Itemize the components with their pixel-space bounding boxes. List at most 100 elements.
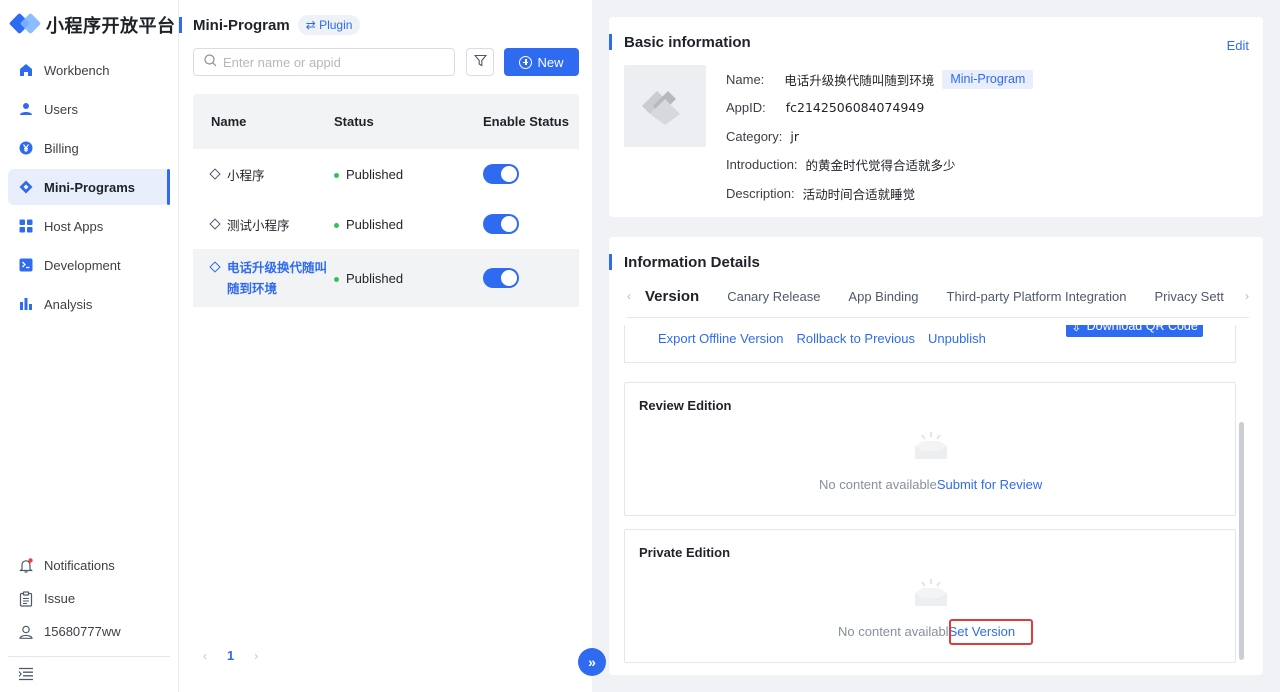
row-name: 测试小程序	[227, 217, 290, 233]
mini-program-table: Name Status Enable Status 小程序 Published …	[193, 94, 579, 307]
details-scrollbar[interactable]	[1239, 422, 1244, 660]
review-edition-card: Review Edition No content availableSubmi…	[624, 382, 1236, 516]
header-name: Name	[211, 114, 247, 129]
sidebar-item-development[interactable]: Development	[8, 247, 170, 283]
rollback-link[interactable]: Rollback to Previous	[797, 331, 916, 346]
table-row[interactable]: 测试小程序 Published	[193, 199, 579, 249]
row-status: Published	[346, 216, 404, 232]
row-status-cell: Published	[334, 167, 483, 182]
sidebar-item-label: 15680777ww	[44, 624, 121, 639]
unpublish-link[interactable]: Unpublish	[928, 331, 986, 346]
category-value: jr	[790, 128, 799, 144]
terminal-icon	[19, 258, 33, 272]
basic-info-fields: Name: 电话升级换代随叫随到环境 Mini-Program AppID: f…	[726, 65, 1034, 208]
title-accent-bar	[179, 17, 182, 33]
yen-icon	[19, 141, 33, 155]
table-header: Name Status Enable Status	[193, 94, 579, 149]
sidebar: 小程序开放平台 Workbench Users Billing Mini-Pro…	[0, 0, 178, 692]
sidebar-bottom-nav: Notifications Issue 15680777ww	[8, 549, 170, 648]
sidebar-item-issue[interactable]: Issue	[8, 582, 170, 615]
empty-box-icon	[913, 578, 949, 608]
enable-toggle[interactable]	[483, 214, 519, 234]
tab-version[interactable]: Version	[645, 288, 699, 305]
mini-program-icon	[209, 168, 221, 180]
filter-button[interactable]	[466, 48, 494, 76]
search-icon	[204, 54, 217, 70]
mini-program-list-panel: Mini-Program ⇄ Plugin New Name Status En…	[178, 0, 592, 692]
row-name-cell: 电话升级换代随叫随到环境	[193, 257, 334, 299]
review-edition-title: Review Edition	[639, 398, 732, 413]
review-empty-message: No content availableSubmit for Review	[819, 477, 1042, 492]
sidebar-item-notifications[interactable]: Notifications	[8, 549, 170, 582]
sidebar-nav: Workbench Users Billing Mini-Programs Ho…	[8, 52, 170, 325]
row-status-cell: Published	[334, 271, 483, 286]
sidebar-item-billing[interactable]: Billing	[8, 130, 170, 166]
name-label: Name:	[726, 71, 765, 87]
version-content: ⇩ Download QR Code Export Offline Versio…	[624, 325, 1236, 665]
sidebar-item-account[interactable]: 15680777ww	[8, 615, 170, 648]
search-input[interactable]	[223, 54, 443, 70]
intro-label: Introduction:	[726, 157, 798, 173]
app-logo-image	[624, 65, 706, 147]
basic-info-header: Basic information	[609, 33, 751, 51]
tab-third-party-integration[interactable]: Third-party Platform Integration	[947, 289, 1127, 304]
menu-collapse-icon[interactable]	[18, 667, 34, 681]
plugin-switch-tag[interactable]: ⇄ Plugin	[297, 15, 361, 35]
table-row-selected[interactable]: 电话升级换代随叫随到环境 Published	[193, 249, 579, 307]
set-version-highlight	[949, 619, 1033, 645]
field-description: Description: 活动时间合适就睡觉	[726, 179, 1033, 208]
field-name: Name: 电话升级换代随叫随到环境 Mini-Program	[726, 65, 1034, 94]
sidebar-item-label: Analysis	[44, 296, 93, 312]
enable-toggle[interactable]	[483, 268, 519, 288]
private-edition-card: Private Edition No content availablSet V…	[624, 529, 1236, 663]
tab-app-binding[interactable]: App Binding	[848, 289, 918, 304]
appid-value: fc2142506084074949	[785, 100, 925, 116]
row-name: 电话升级换代随叫随到环境	[227, 260, 328, 296]
mini-program-icon	[209, 218, 221, 230]
new-button[interactable]: New	[504, 48, 579, 76]
download-icon: ⇩	[1071, 325, 1082, 334]
status-dot-icon	[334, 222, 339, 228]
page-number[interactable]: 1	[227, 648, 234, 663]
grid-icon	[19, 219, 33, 233]
status-dot-icon	[334, 276, 339, 282]
app-placeholder-icon	[642, 91, 680, 125]
basic-information-card: Basic information Edit Name: 电话升级换代随叫随到环…	[609, 17, 1263, 217]
submit-for-review-link[interactable]: Submit for Review	[937, 477, 1042, 492]
details-tabs: ‹ Version Canary Release App Binding Thi…	[627, 282, 1249, 310]
edit-link[interactable]: Edit	[1227, 38, 1249, 53]
desc-value: 活动时间合适就睡觉	[802, 186, 916, 202]
intro-value: 的黄金时代觉得合适就多少	[805, 158, 956, 174]
enable-toggle[interactable]	[483, 164, 519, 184]
table-row[interactable]: 小程序 Published	[193, 149, 579, 199]
expand-panel-button[interactable]: »	[578, 648, 606, 676]
app-logo[interactable]: 小程序开放平台	[8, 12, 176, 38]
download-qr-code-button[interactable]: ⇩ Download QR Code	[1066, 325, 1203, 337]
sidebar-item-label: Users	[44, 101, 78, 117]
online-version-actions: ⇩ Download QR Code Export Offline Versio…	[624, 325, 1236, 363]
tabs-scroll-left-icon[interactable]: ‹	[627, 289, 631, 303]
sidebar-item-host-apps[interactable]: Host Apps	[8, 208, 170, 244]
export-offline-version-link[interactable]: Export Offline Version	[658, 331, 784, 346]
row-name-cell: 小程序	[193, 165, 334, 184]
details-title: Information Details	[624, 253, 760, 271]
search-box	[193, 48, 455, 76]
basic-info-title: Basic information	[624, 33, 751, 51]
tabs-scroll-right-icon[interactable]: ›	[1241, 289, 1249, 303]
details-header: Information Details	[609, 253, 760, 271]
sidebar-item-users[interactable]: Users	[8, 91, 170, 127]
prev-page-icon[interactable]: ‹	[203, 649, 207, 663]
tab-canary-release[interactable]: Canary Release	[727, 289, 820, 304]
list-header: Mini-Program ⇄ Plugin	[179, 14, 361, 36]
sidebar-item-mini-programs[interactable]: Mini-Programs	[8, 169, 170, 205]
private-empty-text: No content availabl	[838, 624, 949, 639]
sidebar-item-label: Notifications	[44, 558, 115, 573]
sidebar-item-workbench[interactable]: Workbench	[8, 52, 170, 88]
diamond-icon	[19, 180, 33, 194]
bell-icon	[19, 557, 33, 573]
sidebar-item-analysis[interactable]: Analysis	[8, 286, 170, 322]
sidebar-item-label: Development	[44, 257, 121, 273]
row-enable-cell	[483, 164, 579, 184]
next-page-icon[interactable]: ›	[254, 649, 258, 663]
tab-privacy-settings[interactable]: Privacy Sett	[1154, 289, 1223, 304]
